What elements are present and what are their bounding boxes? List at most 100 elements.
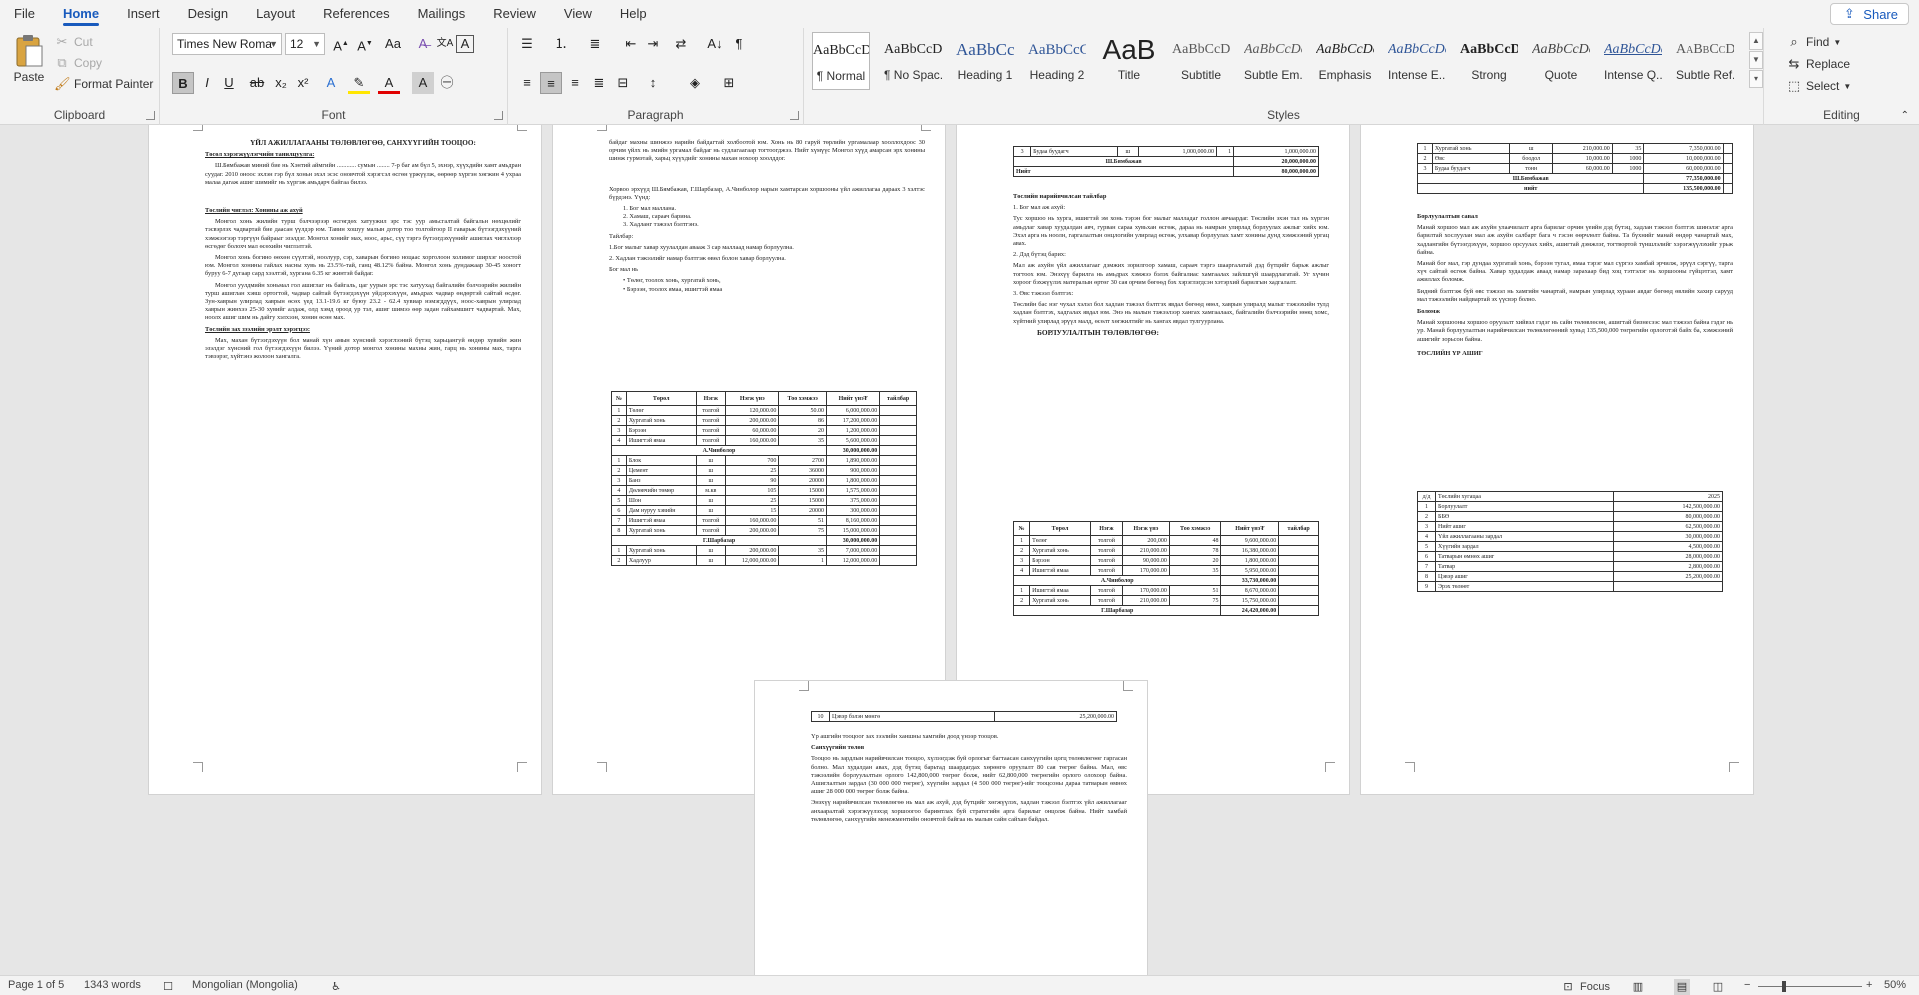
- bold-button[interactable]: B: [172, 72, 194, 94]
- tab-references[interactable]: References: [309, 0, 403, 28]
- investment-table-continued: 3 Будаа буудагч ш 1,000,000.00 1 1,000,000.00…: [1012, 146, 1319, 177]
- zoom-out-button[interactable]: −: [1744, 979, 1750, 991]
- focus-button[interactable]: ⊡ Focus: [1560, 979, 1610, 995]
- text-direction-button[interactable]: ⇄: [670, 33, 692, 55]
- collapse-ribbon-button[interactable]: ⌃: [1901, 110, 1909, 121]
- style-subtle-emphasis[interactable]: AaBbCcDc Subtle Em...: [1244, 32, 1302, 90]
- highlight-button[interactable]: ✎: [348, 72, 370, 94]
- format-painter-button[interactable]: 🖌 Format Painter: [54, 76, 153, 92]
- style-intense-emphasis[interactable]: AaBbCcDc Intense E...: [1388, 32, 1446, 90]
- increase-indent-button[interactable]: ⇥: [642, 33, 664, 55]
- tab-insert[interactable]: Insert: [113, 0, 174, 28]
- font-launcher[interactable]: [494, 111, 503, 120]
- tab-help[interactable]: Help: [606, 0, 661, 28]
- style-heading-1[interactable]: AaBbCc Heading 1: [956, 32, 1014, 90]
- style-strong[interactable]: AaBbCcDc Strong: [1460, 32, 1518, 90]
- tab-layout[interactable]: Layout: [242, 0, 309, 28]
- clear-formatting-button[interactable]: A̶: [412, 33, 434, 55]
- borders-button[interactable]: ⊞: [718, 72, 740, 94]
- style-title[interactable]: AaB Title: [1100, 32, 1158, 90]
- list-item-text: Бэрээн, тоолох ямаа, ишигтэй ямаа: [626, 285, 723, 293]
- word-count[interactable]: 1343 words: [84, 979, 141, 991]
- shrink-font-button[interactable]: A▼: [354, 33, 376, 55]
- document-area[interactable]: ҮЙЛ АЖИЛЛАГААНЫ ТӨЛӨВЛӨГӨӨ, САНХҮҮГИЙН Т…: [0, 125, 1919, 975]
- style-normal[interactable]: AaBbCcDc ¶ Normal: [812, 32, 870, 90]
- styles-more[interactable]: ▾: [1749, 70, 1763, 88]
- align-center-button[interactable]: ≡: [540, 72, 562, 94]
- font-name-combo[interactable]: Times New Roma ▼: [172, 33, 282, 55]
- web-layout-button[interactable]: ◫: [1710, 979, 1726, 995]
- tab-mailings[interactable]: Mailings: [404, 0, 480, 28]
- table-cell: 80,000,000.00: [1612, 511, 1724, 522]
- style-heading-2[interactable]: AaBbCcC Heading 2: [1028, 32, 1086, 90]
- shading-button[interactable]: ◈: [684, 72, 706, 94]
- character-shading-button[interactable]: A: [412, 72, 434, 94]
- font-size-combo[interactable]: 12 ▼: [285, 33, 325, 55]
- paragraph-launcher[interactable]: [790, 111, 799, 120]
- line-spacing-button[interactable]: ↕: [642, 72, 664, 94]
- style-quote[interactable]: AaBbCcDc Quote: [1532, 32, 1590, 90]
- cut-button[interactable]: ✂ Cut: [54, 34, 93, 50]
- superscript-button[interactable]: x²: [292, 72, 314, 94]
- tab-design[interactable]: Design: [174, 0, 242, 28]
- heading: Боломж: [1417, 308, 1440, 316]
- underline-button[interactable]: U: [218, 72, 240, 94]
- read-mode-button[interactable]: ▥: [1630, 979, 1646, 995]
- tab-view[interactable]: View: [550, 0, 606, 28]
- print-layout-button[interactable]: ▤: [1674, 979, 1690, 995]
- numbering-button[interactable]: ⒈: [550, 33, 572, 55]
- styles-scroll-down[interactable]: ▼: [1749, 51, 1763, 69]
- copy-button[interactable]: ⧉ Copy: [54, 55, 102, 71]
- clipboard-launcher[interactable]: [146, 111, 155, 120]
- table-cell: 60,000.00: [1552, 163, 1613, 174]
- multilevel-list-button[interactable]: ≣: [584, 33, 606, 55]
- justify-button[interactable]: ≣: [588, 72, 610, 94]
- replace-button[interactable]: ⇆ Replace: [1786, 56, 1850, 72]
- table-row: 2 Хургатай хонь толгой 210,000.00 75 15,750,0…: [1012, 595, 1319, 606]
- phonetic-guide-button[interactable]: 文A: [434, 33, 456, 55]
- style-emphasis[interactable]: AaBbCcDc Emphasis: [1316, 32, 1374, 90]
- align-left-button[interactable]: ≡: [516, 72, 538, 94]
- accessibility-status[interactable]: ♿: [328, 979, 344, 995]
- style-subtle-reference[interactable]: AaBbCcDc Subtle Ref...: [1676, 32, 1734, 90]
- page-4[interactable]: 1 Хургатай хонь ш 210,000.00 35 7,350,000.00 2…: [1360, 125, 1754, 795]
- text-effects-button[interactable]: A: [320, 72, 342, 94]
- grow-font-button[interactable]: A▲: [330, 33, 352, 55]
- subscript-button[interactable]: x₂: [270, 72, 292, 94]
- italic-button[interactable]: I: [196, 72, 218, 94]
- strikethrough-button[interactable]: ab: [246, 72, 268, 94]
- style-no-spacing[interactable]: AaBbCcDc ¶ No Spac...: [884, 32, 942, 90]
- font-color-button[interactable]: A: [378, 72, 400, 94]
- zoom-in-button[interactable]: +: [1866, 979, 1872, 991]
- page-5[interactable]: 10 Цэвэр бэлэн мөнгө 25,200,000.00 Үр аш…: [754, 680, 1148, 975]
- zoom-slider-thumb[interactable]: [1782, 981, 1786, 992]
- language-indicator[interactable]: Mongolian (Mongolia): [192, 979, 298, 991]
- zoom-slider-track[interactable]: [1758, 986, 1862, 987]
- page-indicator[interactable]: Page 1 of 5: [8, 979, 64, 991]
- page-1[interactable]: ҮЙЛ АЖИЛЛАГААНЫ ТӨЛӨВЛӨГӨӨ, САНХҮҮГИЙН Т…: [148, 125, 542, 795]
- change-case-button[interactable]: Aa: [382, 33, 404, 55]
- tab-home[interactable]: Home: [49, 0, 113, 28]
- sort-button[interactable]: A↓: [704, 33, 726, 55]
- share-button[interactable]: ⇪ Share: [1830, 3, 1909, 25]
- paragraph: Энэхүү нарийвчилсан төлөвлөгөө нь мал аж…: [811, 799, 1127, 823]
- table-cell: Цэвэр ашиг: [1435, 571, 1614, 582]
- paste-button[interactable]: Paste: [8, 34, 50, 94]
- select-button[interactable]: ⬚ Select ▼: [1786, 78, 1851, 94]
- distributed-button[interactable]: ⊟: [612, 72, 634, 94]
- bullets-button[interactable]: ☰: [516, 33, 538, 55]
- character-border-button[interactable]: A: [456, 35, 474, 53]
- tab-review[interactable]: Review: [479, 0, 550, 28]
- style-subtitle[interactable]: AaBbCcDc Subtitle: [1172, 32, 1230, 90]
- enclose-characters-button[interactable]: ㊀: [436, 72, 458, 94]
- proofing-status[interactable]: ☐: [160, 979, 176, 995]
- tab-file[interactable]: File: [0, 0, 49, 28]
- style-intense-quote[interactable]: AaBbCcDc Intense Q...: [1604, 32, 1662, 90]
- zoom-level[interactable]: 50%: [1884, 979, 1906, 991]
- style-preview: AaBbCcDc: [813, 43, 869, 58]
- show-formatting-button[interactable]: ¶: [728, 33, 750, 55]
- align-right-button[interactable]: ≡: [564, 72, 586, 94]
- find-button[interactable]: ⌕ Find ▼: [1786, 34, 1841, 50]
- decrease-indent-button[interactable]: ⇤: [620, 33, 642, 55]
- styles-scroll-up[interactable]: ▲: [1749, 32, 1763, 50]
